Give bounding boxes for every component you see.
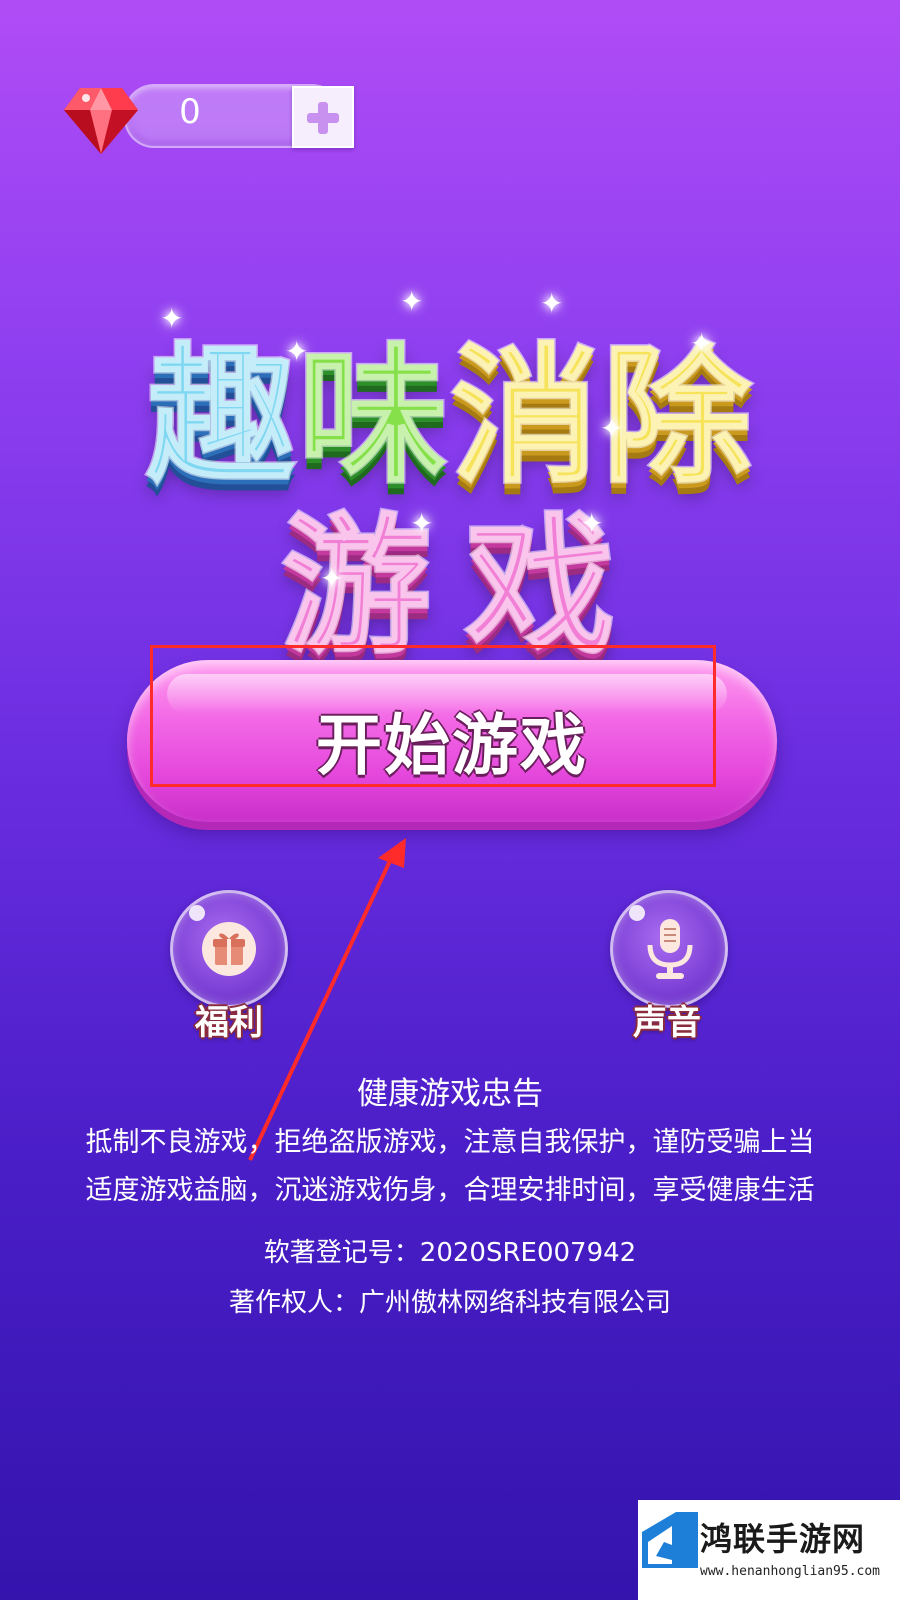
sound-label: 声音 [633, 1003, 701, 1043]
site-logo-icon [642, 1512, 698, 1568]
add-gems-button[interactable] [292, 86, 354, 148]
game-title-line1: 趣味消除 [0, 295, 900, 506]
sparkle-icon: ✦ [160, 302, 184, 335]
welfare-label: 福利 [195, 1003, 263, 1043]
gift-icon [202, 922, 256, 976]
sparkle-icon: ✦ [285, 335, 309, 368]
ruby-gem-icon [64, 88, 138, 154]
gem-counter: 0 [60, 78, 360, 158]
microphone-icon [647, 919, 693, 979]
health-notice-line2: 适度游戏益脑，沉迷游戏伤身，合理安排时间，享受健康生活 [85, 1175, 815, 1206]
sparkle-icon: ✦ [690, 327, 714, 360]
site-watermark: 鸿联手游网 www.henanhonglian95.com [638, 1500, 900, 1600]
sparkle-icon: ✦ [410, 507, 434, 540]
health-notice-line1: 抵制不良游戏，拒绝盗版游戏，注意自我保护，谨防受骗上当 [85, 1127, 815, 1158]
sparkle-icon: ✦ [320, 562, 344, 595]
sparkle-icon: ✦ [600, 412, 624, 445]
sparkle-icon: ✦ [580, 507, 604, 540]
sparkle-icon: ✦ [400, 285, 424, 318]
game-title-line2: 游戏 [0, 465, 900, 676]
health-notice-title: 健康游戏忠告 [357, 1076, 543, 1112]
copyright-owner: 著作权人：广州傲林网络科技有限公司 [228, 1288, 671, 1318]
site-name: 鸿联手游网 [700, 1520, 866, 1558]
software-registration: 软著登记号：2020SRE007942 [263, 1238, 637, 1268]
sparkle-icon: ✦ [540, 287, 564, 320]
sound-button[interactable] [610, 890, 728, 1008]
highlight-box [150, 645, 716, 787]
site-url: www.henanhonglian95.com [700, 1564, 881, 1579]
welfare-button[interactable] [170, 890, 288, 1008]
gem-count-value: 0 [179, 92, 201, 132]
